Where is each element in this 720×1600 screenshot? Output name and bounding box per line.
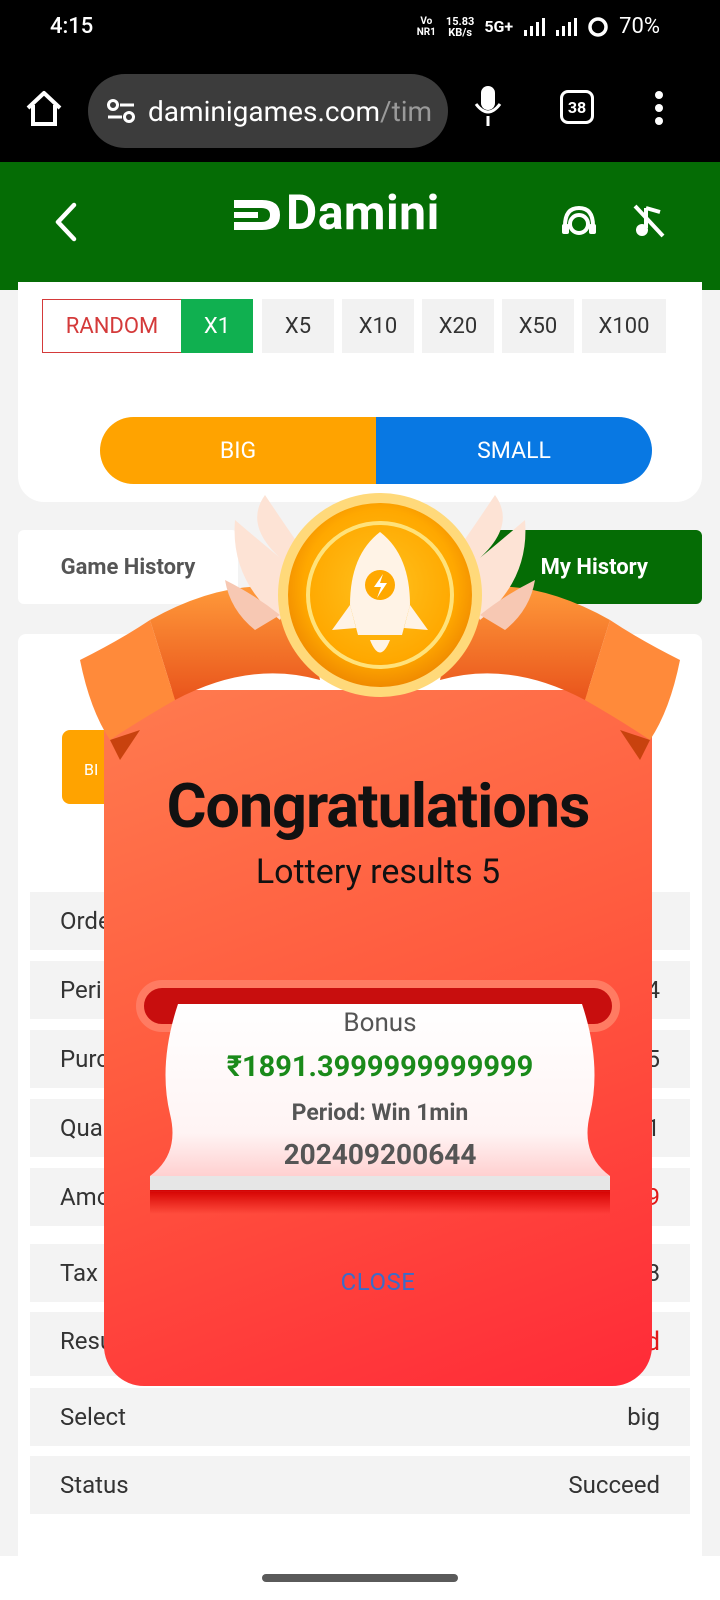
- url-host: daminigames.com: [148, 94, 381, 128]
- big-button[interactable]: BIG: [100, 417, 376, 484]
- music-off-icon[interactable]: [632, 202, 666, 240]
- detail-row-status: Status Succeed: [30, 1456, 690, 1514]
- multiplier-x20[interactable]: X20: [422, 299, 494, 353]
- network-speed: 15.83 KB/s: [445, 14, 475, 39]
- bonus-amount: ₹1891.3999999999999: [226, 1050, 534, 1084]
- multiplier-x10[interactable]: X10: [342, 299, 414, 353]
- url-path: /tim: [380, 94, 433, 128]
- bet-card: RANDOM X1 X5 X10 X20 X50 X100 BIG SMALL: [18, 282, 702, 502]
- home-gesture-handle[interactable]: [262, 1574, 458, 1582]
- multiplier-x100[interactable]: X100: [582, 299, 666, 353]
- logo-icon: [234, 200, 280, 230]
- system-nav-bar: [0, 1556, 720, 1600]
- battery-percent: 70%: [619, 14, 660, 39]
- signal-icon-2: [556, 17, 578, 36]
- address-bar[interactable]: daminigames.com/tim: [88, 74, 448, 148]
- period-number: 202409200644: [283, 1138, 477, 1171]
- status-icons: Vo NR1 15.83 KB/s 5G+ 70%: [417, 14, 660, 39]
- small-button[interactable]: SMALL: [376, 417, 652, 484]
- support-headset-icon[interactable]: [560, 204, 598, 238]
- home-icon[interactable]: [24, 88, 64, 128]
- period-label: Period: Win 1min: [291, 1099, 469, 1126]
- tab-switcher-button[interactable]: 38: [560, 90, 594, 124]
- tab-count: 38: [567, 97, 587, 117]
- microphone-icon[interactable]: [474, 84, 502, 130]
- signal-icon: [524, 17, 546, 36]
- status-bar: 4:15 Vo NR1 15.83 KB/s 5G+ 70%: [0, 0, 720, 62]
- battery-icon: [588, 16, 608, 37]
- modal-subtitle: Lottery results 5: [255, 852, 501, 892]
- app-header: Damini: [0, 162, 720, 290]
- more-menu-icon[interactable]: [654, 90, 664, 126]
- modal-title: Congratulations: [166, 770, 591, 842]
- carrier-indicator: Vo NR1: [416, 15, 436, 38]
- big-small-toggle: BIG SMALL: [100, 417, 652, 484]
- back-arrow-icon[interactable]: [50, 202, 80, 242]
- status-time: 4:15: [50, 14, 94, 39]
- multiplier-x5[interactable]: X5: [262, 299, 334, 353]
- browser-toolbar: daminigames.com/tim 38: [0, 62, 720, 162]
- scroll-shadow: [150, 1190, 610, 1214]
- network-type: 5G+: [484, 17, 514, 36]
- brand-logo-mark: [232, 196, 284, 238]
- multiplier-x1[interactable]: X1: [181, 299, 253, 353]
- rocket-medal-badge: [80, 493, 680, 760]
- brand-name: Damini: [286, 184, 440, 241]
- site-settings-icon[interactable]: [106, 98, 136, 124]
- close-button[interactable]: CLOSE: [104, 1268, 652, 1296]
- random-button[interactable]: RANDOM: [42, 299, 182, 353]
- bonus-label: Bonus: [343, 1008, 417, 1038]
- multiplier-x50[interactable]: X50: [502, 299, 574, 353]
- detail-row-select: Select big: [30, 1388, 690, 1446]
